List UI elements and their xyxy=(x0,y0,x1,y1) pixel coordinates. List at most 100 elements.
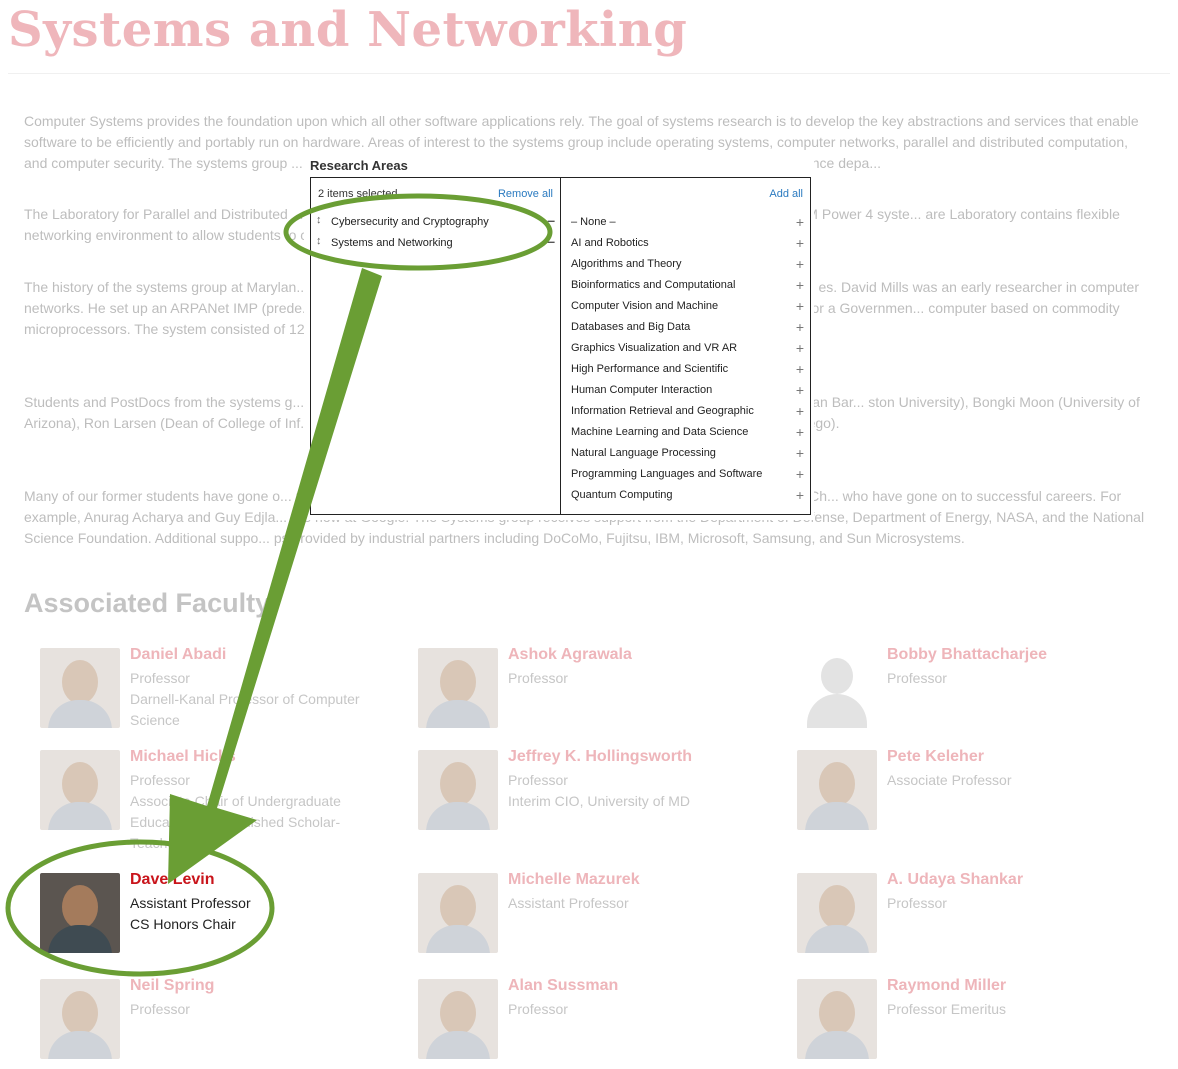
add-icon[interactable]: + xyxy=(796,487,804,503)
faculty-card[interactable]: Michelle Mazurek Assistant Professor xyxy=(418,871,758,963)
title-divider xyxy=(8,73,1170,74)
available-area-label: Natural Language Processing xyxy=(571,447,716,459)
available-area-item[interactable]: Information Retrieval and Geographic + xyxy=(561,402,810,423)
faculty-card[interactable]: A. Udaya Shankar Professor xyxy=(797,871,1137,963)
faculty-name[interactable]: Pete Keleher xyxy=(887,748,984,766)
add-all-link[interactable]: Add all xyxy=(769,188,803,200)
available-area-label: Bioinformatics and Computational xyxy=(571,279,736,291)
faculty-photo[interactable] xyxy=(418,648,498,728)
available-area-label: Graphics Visualization and VR AR xyxy=(571,342,738,354)
faculty-card[interactable]: Pete Keleher Associate Professor xyxy=(797,748,1137,840)
faculty-title: Professor xyxy=(887,895,947,911)
faculty-photo[interactable] xyxy=(40,750,120,830)
faculty-photo[interactable] xyxy=(797,750,877,830)
faculty-title: Assistant Professor xyxy=(130,895,251,911)
faculty-card[interactable]: Neil Spring Professor xyxy=(40,977,380,1069)
faculty-name[interactable]: Neil Spring xyxy=(130,977,214,995)
add-icon[interactable]: + xyxy=(796,256,804,272)
faculty-name[interactable]: Ashok Agrawala xyxy=(508,646,632,664)
faculty-role: Darnell-Kanal Professor of Computer xyxy=(130,691,360,707)
available-area-item[interactable]: Human Computer Interaction + xyxy=(561,381,810,402)
research-areas-label: Research Areas xyxy=(310,158,408,173)
add-icon[interactable]: + xyxy=(796,382,804,398)
faculty-card[interactable]: Michael Hicks Professor Associate Chair … xyxy=(40,748,380,851)
faculty-name[interactable]: Michael Hicks xyxy=(130,748,236,766)
available-area-item[interactable]: Databases and Big Data + xyxy=(561,318,810,339)
faculty-name[interactable]: Raymond Miller xyxy=(887,977,1006,995)
faculty-card[interactable]: Raymond Miller Professor Emeritus xyxy=(797,977,1137,1069)
add-icon[interactable]: + xyxy=(796,466,804,482)
faculty-card[interactable]: Daniel Abadi Professor Darnell-Kanal Pro… xyxy=(40,646,380,738)
available-area-item[interactable]: Natural Language Processing + xyxy=(561,444,810,465)
faculty-title: Professor xyxy=(887,670,947,686)
faculty-name[interactable]: Michelle Mazurek xyxy=(508,871,640,889)
faculty-role: Associate Chair of Undergraduate xyxy=(130,793,341,809)
available-area-item[interactable]: Graphics Visualization and VR AR + xyxy=(561,339,810,360)
faculty-name[interactable]: Alan Sussman xyxy=(508,977,618,995)
available-area-item[interactable]: Computer Vision and Machine + xyxy=(561,297,810,318)
avatar-placeholder-icon[interactable] xyxy=(797,648,877,728)
faculty-photo[interactable] xyxy=(797,979,877,1059)
faculty-card[interactable]: Jeffrey K. Hollingsworth Professor Inter… xyxy=(418,748,758,840)
faculty-photo[interactable] xyxy=(418,873,498,953)
add-icon[interactable]: + xyxy=(796,361,804,377)
faculty-name[interactable]: A. Udaya Shankar xyxy=(887,871,1023,889)
remove-all-link[interactable]: Remove all xyxy=(498,188,553,200)
faculty-name[interactable]: Daniel Abadi xyxy=(130,646,226,664)
selected-area-item[interactable]: ↕ Systems and Networking – xyxy=(311,233,560,255)
faculty-role: CS Honors Chair xyxy=(130,916,236,932)
available-area-label: Human Computer Interaction xyxy=(571,384,713,396)
add-icon[interactable]: + xyxy=(796,445,804,461)
available-area-item[interactable]: Quantum Computing + xyxy=(561,486,810,507)
faculty-photo[interactable] xyxy=(797,873,877,953)
faculty-card[interactable]: Ashok Agrawala Professor xyxy=(418,646,758,738)
available-area-item[interactable]: AI and Robotics + xyxy=(561,234,810,255)
faculty-photo[interactable] xyxy=(40,648,120,728)
faculty-card-highlighted[interactable]: Dave Levin Assistant Professor CS Honors… xyxy=(40,871,380,963)
faculty-title: Associate Professor xyxy=(887,772,1012,788)
faculty-name[interactable]: Bobby Bhattacharjee xyxy=(887,646,1047,664)
faculty-role: Science xyxy=(130,712,180,728)
remove-icon[interactable]: – xyxy=(547,233,555,249)
available-area-item[interactable]: – None – + xyxy=(561,213,810,234)
selected-areas-panel: 2 items selected Remove all ↕ Cybersecur… xyxy=(310,177,561,515)
available-area-item[interactable]: Machine Learning and Data Science + xyxy=(561,423,810,444)
available-area-item[interactable]: Bioinformatics and Computational + xyxy=(561,276,810,297)
faculty-role: Teacher xyxy=(130,835,180,851)
available-area-item[interactable]: High Performance and Scientific + xyxy=(561,360,810,381)
available-area-label: Machine Learning and Data Science xyxy=(571,426,749,438)
faculty-name[interactable]: Jeffrey K. Hollingsworth xyxy=(508,748,692,766)
drag-handle-icon[interactable]: ↕ xyxy=(316,235,322,247)
available-area-label: Information Retrieval and Geographic xyxy=(571,405,754,417)
faculty-role: Education, Distinguished Scholar- xyxy=(130,814,341,830)
add-icon[interactable]: + xyxy=(796,298,804,314)
faculty-name[interactable]: Dave Levin xyxy=(130,871,214,889)
available-area-label: High Performance and Scientific xyxy=(571,363,729,375)
drag-handle-icon[interactable]: ↕ xyxy=(316,214,322,226)
faculty-photo[interactable] xyxy=(418,979,498,1059)
available-areas-panel: Add all – None – + AI and Robotics + Algor… xyxy=(560,177,811,515)
remove-icon[interactable]: – xyxy=(547,212,555,228)
available-area-item[interactable]: Algorithms and Theory + xyxy=(561,255,810,276)
faculty-title: Professor xyxy=(508,772,568,788)
faculty-title: Professor xyxy=(130,772,190,788)
faculty-card[interactable]: Bobby Bhattacharjee Professor xyxy=(797,646,1137,738)
available-area-label: – None – xyxy=(571,216,616,228)
add-icon[interactable]: + xyxy=(796,340,804,356)
add-icon[interactable]: + xyxy=(796,403,804,419)
selected-area-item[interactable]: ↕ Cybersecurity and Cryptography – xyxy=(311,212,560,234)
faculty-photo[interactable] xyxy=(40,873,120,953)
add-icon[interactable]: + xyxy=(796,235,804,251)
available-area-label: Algorithms and Theory xyxy=(571,258,682,270)
faculty-heading: Associated Faculty xyxy=(24,588,271,618)
faculty-photo[interactable] xyxy=(40,979,120,1059)
faculty-role: Interim CIO, University of MD xyxy=(508,793,691,809)
available-area-item[interactable]: Programming Languages and Software + xyxy=(561,465,810,486)
add-icon[interactable]: + xyxy=(796,214,804,230)
faculty-photo[interactable] xyxy=(418,750,498,830)
add-icon[interactable]: + xyxy=(796,424,804,440)
add-icon[interactable]: + xyxy=(796,277,804,293)
add-icon[interactable]: + xyxy=(796,319,804,335)
faculty-card[interactable]: Alan Sussman Professor xyxy=(418,977,758,1069)
available-area-label: Computer Vision and Machine xyxy=(571,300,719,312)
